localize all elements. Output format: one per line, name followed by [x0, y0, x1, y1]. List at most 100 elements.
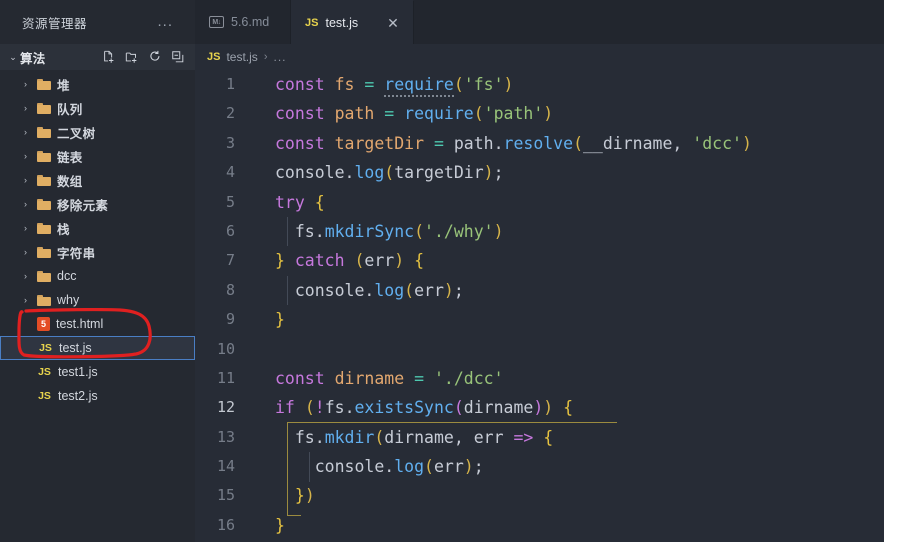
line-number: 11 [216, 368, 235, 387]
chevron-right-icon[interactable]: › [20, 247, 31, 257]
tab-test-js[interactable]: JS test.js ✕ [291, 0, 414, 44]
code-line[interactable]: 11 const dirname = './dcc' [195, 364, 884, 393]
line-number: 3 [225, 133, 235, 152]
folder-icon [37, 78, 51, 90]
collapse-all-icon[interactable] [171, 50, 185, 64]
tree-item-移除元素[interactable]: › 移除元素 [0, 192, 195, 216]
chevron-right-icon[interactable]: › [20, 223, 31, 233]
line-number: 12 [216, 398, 235, 417]
code-line[interactable]: 1 const fs = require('fs') [195, 70, 884, 99]
code-line[interactable]: 7} catch (err) { [195, 246, 884, 275]
chevron-right-icon[interactable]: › [20, 175, 31, 185]
code-line[interactable]: 5 try { [195, 188, 884, 217]
code-editor: JS test.js › ... 1 const fs = require('fs… [195, 44, 884, 542]
active-bracket-guide-top [287, 421, 617, 423]
line-content[interactable] [249, 335, 884, 364]
folder-icon [37, 150, 51, 162]
tree-item-test.js[interactable]: ›JStest.js [0, 336, 195, 360]
explorer-actions [102, 50, 195, 64]
breadcrumb-more[interactable]: ... [273, 50, 286, 64]
line-content[interactable]: } catch (err) { [249, 246, 884, 275]
tree-item-test2.js[interactable]: ›JStest2.js [0, 384, 195, 408]
code-line[interactable]: 8 console.log(err); [195, 276, 884, 305]
code-line[interactable]: 4 console.log(targetDir); [195, 158, 884, 187]
javascript-icon: JS [38, 390, 51, 402]
refresh-icon[interactable] [148, 50, 162, 64]
tree-item-test.html[interactable]: ›5test.html [0, 312, 195, 336]
tree-item-字符串[interactable]: › 字符串 [0, 240, 195, 264]
breadcrumb[interactable]: JS test.js › ... [195, 44, 884, 70]
tree-item-label: test1.js [58, 365, 98, 379]
tree-item-test1.js[interactable]: ›JStest1.js [0, 360, 195, 384]
tree-item-栈[interactable]: › 栈 [0, 216, 195, 240]
line-number: 6 [225, 221, 235, 240]
chevron-right-icon[interactable]: › [20, 79, 31, 89]
close-icon[interactable]: ✕ [387, 16, 399, 30]
indent-guide [287, 217, 288, 247]
explorer-more-actions-icon[interactable]: ... [157, 14, 183, 29]
code-line[interactable]: 3 const targetDir = path.resolve(__dirnam… [195, 129, 884, 158]
chevron-down-icon[interactable]: ⌄ [6, 52, 20, 63]
vscode-window: 资源管理器 ... M↓ 5.6.md JS test.js ✕ ⌄ 算法 › … [0, 0, 884, 542]
code-line[interactable]: 6 fs.mkdirSync('./why') [195, 217, 884, 246]
code-content[interactable]: 1 const fs = require('fs') 2 const path = r… [195, 70, 884, 542]
line-content[interactable]: }) [249, 481, 884, 510]
tree-item-堆[interactable]: › 堆 [0, 72, 195, 96]
line-content[interactable]: const path = require('path') [249, 99, 884, 128]
tree-item-链表[interactable]: › 链表 [0, 144, 195, 168]
breadcrumb-separator-icon: › [263, 51, 268, 63]
tree-item-dcc[interactable]: › dcc [0, 264, 195, 288]
line-content[interactable]: } [249, 305, 884, 334]
tab-5-6-md[interactable]: M↓ 5.6.md [195, 0, 291, 44]
folder-icon [37, 198, 51, 210]
tree-item-二叉树[interactable]: › 二叉树 [0, 120, 195, 144]
new-folder-icon[interactable] [125, 50, 139, 64]
line-content[interactable]: const dirname = './dcc' [249, 364, 884, 393]
chevron-right-icon[interactable]: › [20, 271, 31, 281]
tree-item-队列[interactable]: › 队列 [0, 96, 195, 120]
folder-section-label: 算法 [20, 51, 46, 66]
line-content[interactable]: const fs = require('fs') [249, 70, 884, 99]
chevron-right-icon[interactable]: › [20, 103, 31, 113]
line-content[interactable]: console.log(targetDir); [249, 158, 884, 187]
folder-icon [37, 222, 51, 234]
code-line[interactable]: 9} [195, 305, 884, 334]
breadcrumb-file[interactable]: test.js [226, 50, 257, 64]
explorer-sidebar: ⌄ 算法 › 堆 › 队列 › 二叉树 › 链表 › 数组 › 移除元素 › 栈… [0, 44, 195, 542]
code-line[interactable]: 2 const path = require('path') [195, 99, 884, 128]
tree-item-label: 数组 [57, 174, 83, 189]
tree-item-label: why [57, 293, 80, 307]
tree-item-label: test.html [56, 317, 104, 331]
active-bracket-guide [287, 421, 301, 516]
line-content[interactable]: fs.mkdir(dirname, err => { [249, 423, 884, 452]
javascript-icon: JS [38, 366, 51, 378]
line-content[interactable]: console.log(err); [249, 276, 884, 305]
chevron-right-icon[interactable]: › [20, 295, 31, 305]
file-tree[interactable]: ›堆›队列›二叉树›链表›数组›移除元素›栈›字符串›dcc›why›5test… [0, 70, 195, 542]
folder-icon [37, 270, 51, 282]
code-line[interactable]: 10 [195, 335, 884, 364]
line-content[interactable]: try { [249, 188, 884, 217]
indent-guide [309, 452, 310, 482]
chevron-right-icon[interactable]: › [20, 151, 31, 161]
new-file-icon[interactable] [102, 50, 116, 64]
chevron-right-icon[interactable]: › [20, 199, 31, 209]
line-content[interactable]: const targetDir = path.resolve(__dirname… [249, 129, 884, 158]
tree-item-why[interactable]: › why [0, 288, 195, 312]
line-content[interactable]: if (!fs.existsSync(dirname)) { [249, 393, 884, 422]
tree-item-label: dcc [57, 269, 77, 283]
line-number: 13 [216, 427, 235, 446]
line-number: 4 [225, 163, 235, 182]
line-content[interactable]: console.log(err); [249, 452, 884, 481]
line-content[interactable]: } [249, 511, 884, 540]
folder-icon [37, 102, 51, 114]
chevron-right-icon[interactable]: › [20, 127, 31, 137]
folder-section-header[interactable]: ⌄ 算法 [0, 44, 195, 70]
tree-item-label: 队列 [57, 102, 83, 117]
folder-icon [37, 126, 51, 138]
line-number: 15 [216, 486, 235, 505]
line-number: 1 [225, 75, 235, 93]
line-content[interactable]: fs.mkdirSync('./why') [249, 217, 884, 246]
tree-item-数组[interactable]: › 数组 [0, 168, 195, 192]
code-line[interactable]: 12 if (!fs.existsSync(dirname)) { [195, 393, 884, 422]
